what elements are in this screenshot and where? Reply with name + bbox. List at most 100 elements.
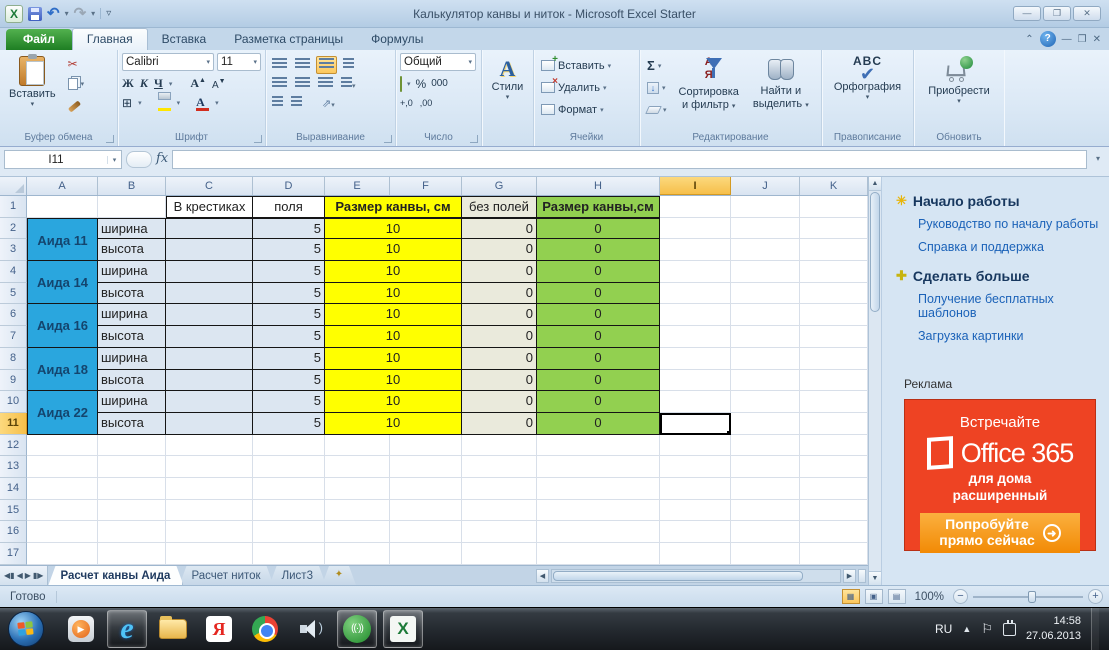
minimize-button[interactable]: — (1013, 6, 1041, 21)
cell-H9[interactable]: 0 (537, 370, 660, 392)
column-header-I[interactable]: I (660, 177, 731, 195)
horizontal-scroll-track[interactable] (551, 569, 841, 583)
ad-try-now-button[interactable]: Попробуйтепрямо сейчас ➜ (920, 513, 1080, 553)
cell-A4[interactable]: Аида 14 (27, 261, 98, 304)
link-image-download[interactable]: Загрузка картинки (918, 329, 1109, 343)
sheet-tab-sheet3[interactable]: Лист3 (270, 566, 326, 585)
zoom-level[interactable]: 100% (911, 591, 948, 603)
cell-C17[interactable] (166, 543, 253, 565)
zoom-slider-thumb[interactable] (1028, 591, 1036, 603)
cell-D2[interactable]: 5 (253, 218, 325, 240)
font-name-combo[interactable]: Calibri▾ (122, 53, 214, 71)
cell-I12[interactable] (660, 435, 731, 457)
cell-B5[interactable]: высота (98, 283, 166, 305)
spelling-button[interactable]: ABC ✔ Орфография▾ (829, 53, 906, 131)
restore-button[interactable]: ❐ (1043, 6, 1071, 21)
column-header-H[interactable]: H (537, 177, 660, 195)
cell-D9[interactable]: 5 (253, 370, 325, 392)
cell-H7[interactable]: 0 (537, 326, 660, 348)
prev-sheet-icon[interactable]: ◀ (17, 571, 23, 580)
cell-H13[interactable] (537, 456, 660, 478)
taskbar-file-explorer[interactable] (153, 610, 193, 648)
cell-D14[interactable] (253, 478, 325, 500)
formula-input[interactable] (172, 150, 1087, 169)
autosum-button[interactable]: Σ▾ (644, 57, 670, 74)
number-dialog-launcher[interactable] (470, 135, 478, 143)
cell-E10[interactable]: 10 (325, 391, 462, 413)
align-bottom-button[interactable] (316, 56, 337, 74)
cell-D10[interactable]: 5 (253, 391, 325, 413)
cell-I16[interactable] (660, 521, 731, 543)
taskbar-connectify[interactable]: ((·)) (337, 610, 377, 648)
cell-G10[interactable]: 0 (462, 391, 537, 413)
cell-C12[interactable] (166, 435, 253, 457)
cell-C5[interactable] (166, 283, 253, 305)
cell-A10[interactable]: Аида 22 (27, 391, 98, 434)
cell-A6[interactable]: Аида 16 (27, 304, 98, 347)
cell-H1[interactable]: Размер канвы,см (537, 196, 660, 218)
cell-B3[interactable]: высота (98, 239, 166, 261)
decrease-indent-button[interactable] (270, 95, 285, 111)
cell-B1[interactable] (98, 196, 166, 218)
normal-view-button[interactable]: ▦ (842, 589, 860, 604)
tab-file[interactable]: Файл (6, 29, 72, 50)
office365-ad[interactable]: Встречайте Office 365 для дома расширенн… (904, 399, 1096, 551)
column-header-K[interactable]: K (800, 177, 868, 195)
start-button[interactable] (8, 611, 44, 647)
help-icon[interactable]: ? (1040, 31, 1056, 47)
row-header-8[interactable]: 8 (0, 348, 27, 370)
cell-E1[interactable]: Размер канвы, см (325, 196, 462, 218)
cell-K1[interactable] (800, 196, 868, 218)
cell-E15[interactable] (325, 500, 390, 522)
cell-A17[interactable] (27, 543, 98, 565)
cell-E7[interactable]: 10 (325, 326, 462, 348)
borders-button[interactable]: ⊞ (122, 96, 132, 110)
vertical-scroll-thumb[interactable] (870, 192, 880, 312)
cell-C11[interactable] (166, 413, 253, 435)
column-header-D[interactable]: D (253, 177, 325, 195)
copy-button[interactable]: ▾ (65, 75, 88, 92)
cell-G9[interactable]: 0 (462, 370, 537, 392)
cell-G14[interactable] (462, 478, 537, 500)
cell-I4[interactable] (660, 261, 731, 283)
cut-button[interactable]: ✂ (65, 55, 88, 72)
cell-J13[interactable] (731, 456, 800, 478)
cell-E14[interactable] (325, 478, 390, 500)
cell-K17[interactable] (800, 543, 868, 565)
scroll-up-icon[interactable]: ▲ (869, 177, 881, 191)
cell-K15[interactable] (800, 500, 868, 522)
cell-J9[interactable] (731, 370, 800, 392)
cell-F13[interactable] (390, 456, 462, 478)
cell-D3[interactable]: 5 (253, 239, 325, 261)
link-getting-started-guide[interactable]: Руководство по началу работы (918, 217, 1109, 231)
doc-restore-icon[interactable]: ❐ (1078, 34, 1087, 45)
cell-K5[interactable] (800, 283, 868, 305)
increase-decimal-button[interactable]: +,0 (400, 98, 413, 108)
align-center-button[interactable] (293, 76, 312, 92)
cell-J11[interactable] (731, 413, 800, 435)
cell-E3[interactable]: 10 (325, 239, 462, 261)
cell-I1[interactable] (660, 196, 731, 218)
cell-G5[interactable]: 0 (462, 283, 537, 305)
next-sheet-icon[interactable]: ▶ (25, 571, 31, 580)
row-header-11[interactable]: 11 (0, 413, 27, 435)
cell-C2[interactable] (166, 218, 253, 240)
cell-K13[interactable] (800, 456, 868, 478)
percent-button[interactable]: % (416, 77, 427, 91)
cell-C4[interactable] (166, 261, 253, 283)
styles-button[interactable]: А Стили▾ (487, 53, 529, 131)
cell-D16[interactable] (253, 521, 325, 543)
cell-D1[interactable]: поля (253, 196, 325, 218)
sort-filter-button[interactable]: АЯ Сортировка и фильтр ▾ (674, 53, 744, 131)
format-painter-button[interactable] (65, 95, 88, 112)
cell-C10[interactable] (166, 391, 253, 413)
cell-B4[interactable]: ширина (98, 261, 166, 283)
taskbar-internet-explorer[interactable]: e (107, 610, 147, 648)
cell-C3[interactable] (166, 239, 253, 261)
scroll-down-icon[interactable]: ▼ (869, 571, 881, 585)
row-header-5[interactable]: 5 (0, 283, 27, 305)
cell-G12[interactable] (462, 435, 537, 457)
row-header-3[interactable]: 3 (0, 239, 27, 261)
cell-G2[interactable]: 0 (462, 218, 537, 240)
cell-K14[interactable] (800, 478, 868, 500)
